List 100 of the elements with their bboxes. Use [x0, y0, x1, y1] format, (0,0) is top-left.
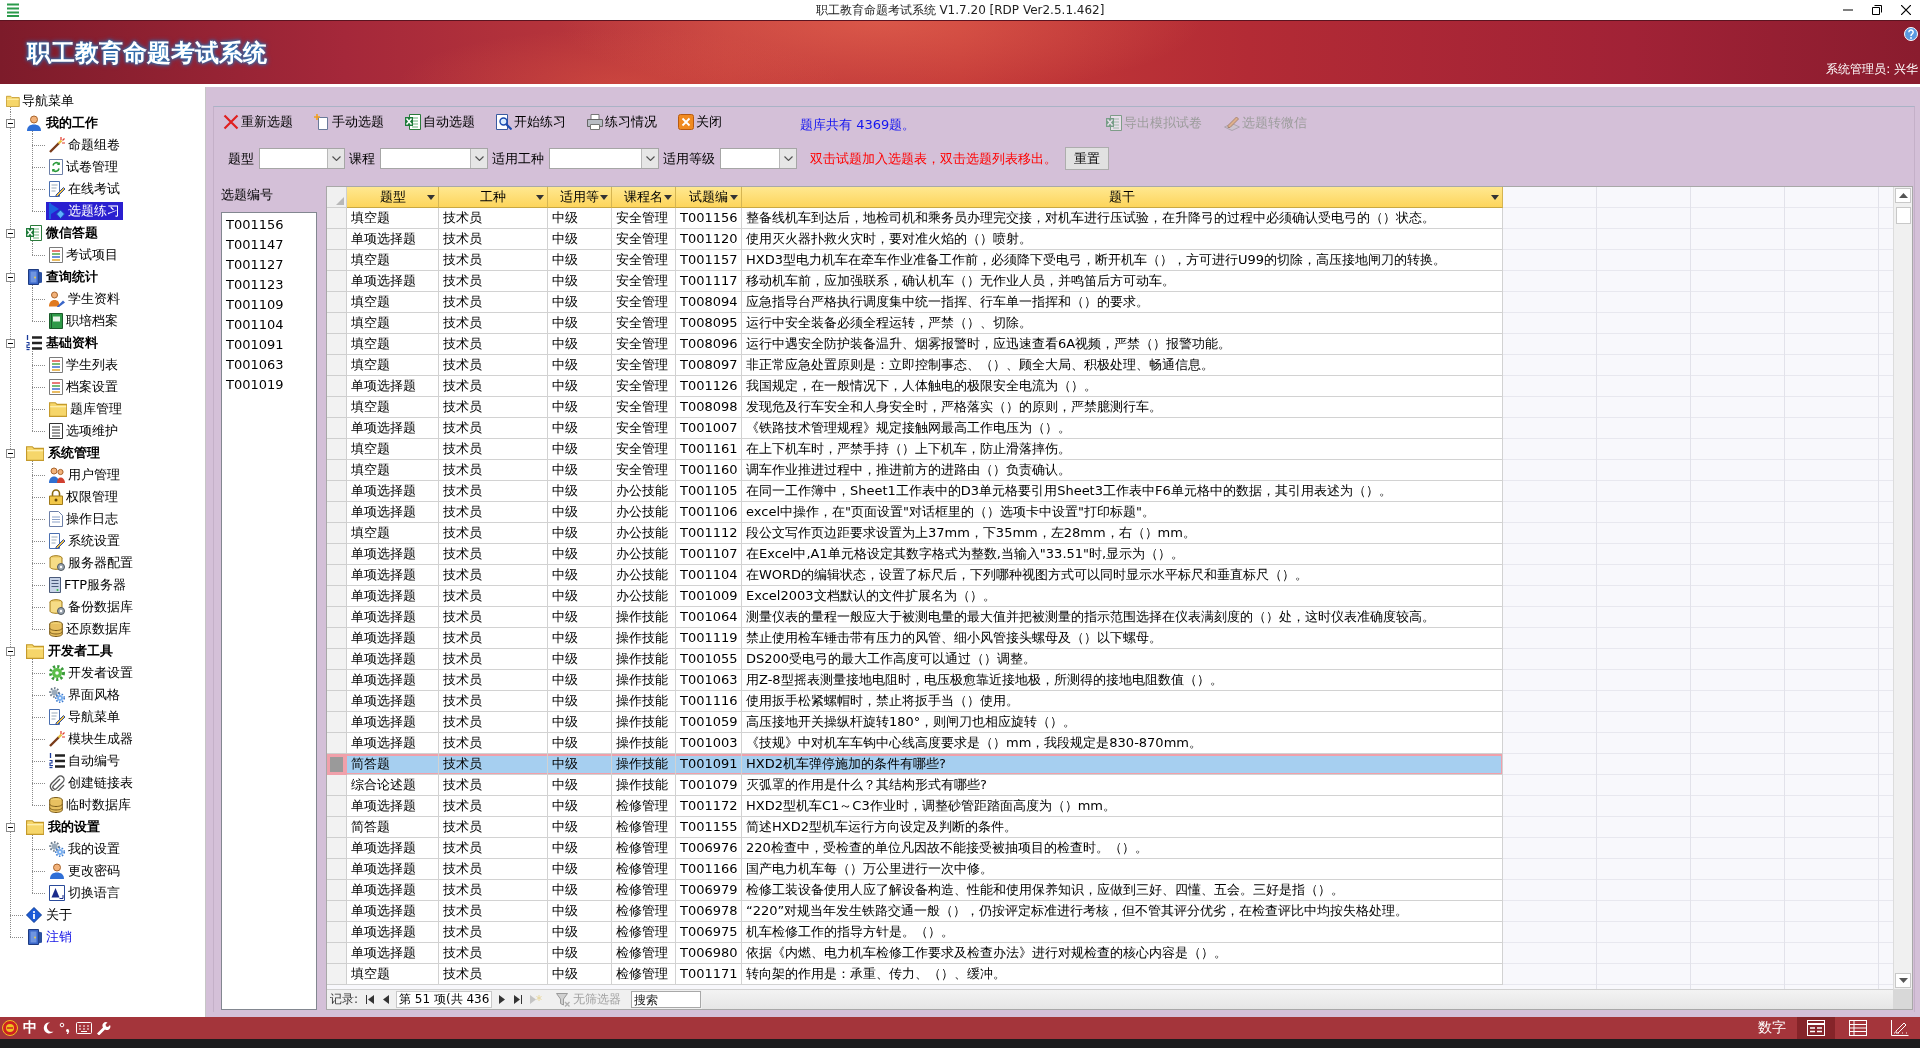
table-row[interactable]: 填空题 技术员 中级 安全管理 T008096 运行中遇安全防护装备温升、烟雾报警时，应迅速查看6A视频，严禁（）报警功能。 — [327, 334, 1503, 355]
tree-item[interactable]: 导航菜单 — [4, 92, 77, 110]
row-selector[interactable] — [327, 250, 347, 271]
list-item[interactable]: T001123 — [224, 275, 314, 295]
tree-item[interactable]: 题库管理 — [46, 400, 126, 418]
row-selector[interactable] — [327, 544, 347, 565]
collapse-icon[interactable] — [6, 646, 15, 656]
reset-button[interactable]: 重置 — [1065, 147, 1109, 170]
dropdown-field[interactable] — [259, 148, 345, 169]
row-selector[interactable] — [327, 481, 347, 502]
tree-item[interactable]: 考试项目 — [46, 246, 121, 264]
tree-item[interactable]: 在线考试 — [46, 180, 123, 198]
table-row[interactable]: 填空题 技术员 中级 安全管理 T001161 在上下机车时，严禁手持（）上下机车，防止滑落摔伤。 — [327, 439, 1503, 460]
keyboard-icon[interactable] — [76, 1022, 92, 1034]
tree-item[interactable]: 选项维护 — [46, 422, 121, 440]
tree-item[interactable]: 学生资料 — [46, 290, 123, 308]
table-row[interactable]: 单项选择题 技术员 中级 办公技能 T001104 在WORD的编辑状态，设置了标尺后，下列哪种视图方式可以同时显示水平标尺和垂直标尺（）。 — [327, 565, 1503, 586]
list-item[interactable]: T001156 — [224, 215, 314, 235]
tree-item[interactable]: FTP服务器 — [46, 576, 130, 594]
table-row[interactable]: 单项选择题 技术员 中级 检修管理 T006978 “220”对规当年发生铁路交通一般（），仍按评定标准进行考核，但不管其评分优劣，在检查评比中均按失格处理。 — [327, 901, 1503, 922]
tree-item[interactable]: 我的设置 — [24, 818, 104, 836]
table-row[interactable]: 单项选择题 技术员 中级 检修管理 T006979 检修工装设备使用人应了解设备构造、性能和使用保养知识，应做到三好、四懂、五会。三好是指（）。 — [327, 880, 1503, 901]
row-selector[interactable] — [327, 691, 347, 712]
collapse-icon[interactable] — [6, 822, 15, 832]
selection-list[interactable]: T001156 T001147 T001127 T001123 T001109 T001104 T001091 T001063 T001019 — [221, 212, 317, 1010]
list-item[interactable]: T001127 — [224, 255, 314, 275]
table-row[interactable]: 单项选择题 技术员 中级 安全管理 T001117 移动机车前，应加强联系，确认机车（）无作业人员，并鸣笛后方可动车。 — [327, 271, 1503, 292]
list-item[interactable]: T001091 — [224, 335, 314, 355]
tree-item[interactable]: 操作日志 — [46, 510, 121, 528]
punctuation-icon[interactable] — [59, 1022, 71, 1034]
tree-item[interactable]: 临时数据库 — [46, 796, 134, 814]
ime-mode-text[interactable]: 中 — [23, 1019, 37, 1037]
row-selector[interactable] — [327, 460, 347, 481]
table-row[interactable]: 简答题 技术员 中级 检修管理 T001155 简述HXD2型机车运行方向设定及判断的条件。 — [327, 817, 1503, 838]
list-item[interactable]: T001019 — [224, 375, 314, 395]
tree-item[interactable]: 开发者工具 — [24, 642, 117, 660]
tree-item[interactable]: 系统管理 — [24, 444, 104, 462]
tree-item[interactable]: 界面风格 — [46, 686, 123, 704]
row-selector[interactable] — [327, 397, 347, 418]
column-header[interactable]: 适用等 — [548, 187, 612, 208]
table-row[interactable]: 简答题 技术员 中级 操作技能 T001091 HXD2机车弹停施加的条件有哪些? — [327, 754, 1503, 775]
scroll-up-button[interactable] — [1895, 188, 1911, 203]
row-selector[interactable] — [327, 628, 347, 649]
row-selector[interactable] — [327, 376, 347, 397]
table-row[interactable]: 单项选择题 技术员 中级 检修管理 T006980 依据《内燃、电力机车检修工作要求及检查办法》进行对规检查的核心内容是（）。 — [327, 943, 1503, 964]
row-selector[interactable] — [327, 880, 347, 901]
tree-item[interactable]: 基础资料 — [24, 334, 101, 352]
tree-item[interactable]: 查询统计 — [24, 268, 101, 286]
row-selector[interactable] — [327, 712, 347, 733]
table-row[interactable]: 单项选择题 技术员 中级 办公技能 T001106 excel中操作，在"页面设置"对话框里的（）选项卡中设置"打印标题"。 — [327, 502, 1503, 523]
help-icon[interactable] — [1904, 27, 1918, 41]
column-header[interactable]: 题型 — [347, 187, 439, 208]
list-item[interactable]: T001104 — [224, 315, 314, 335]
tree-item[interactable]: 系统设置 — [46, 532, 123, 550]
column-header[interactable]: 工种 — [439, 187, 548, 208]
horizontal-scrollbar[interactable] — [702, 989, 1893, 1009]
row-selector[interactable] — [327, 733, 347, 754]
column-header[interactable]: 题干 — [742, 187, 1503, 208]
moon-icon[interactable] — [42, 1022, 54, 1034]
search-field[interactable]: 搜索 — [631, 991, 702, 1008]
tree-item[interactable]: 微信答题 — [24, 224, 101, 242]
table-row[interactable]: 单项选择题 技术员 中级 安全管理 T001007 《铁路技术管理规程》规定接触网最高工作电压为（）。 — [327, 418, 1503, 439]
wrench-icon[interactable] — [97, 1021, 111, 1035]
column-header[interactable]: 课程名 — [612, 187, 676, 208]
row-selector[interactable] — [327, 271, 347, 292]
row-selector[interactable] — [327, 754, 347, 775]
list-item[interactable]: T001063 — [224, 355, 314, 375]
dropdown-field[interactable] — [380, 148, 488, 169]
row-selector[interactable] — [327, 355, 347, 376]
table-row[interactable]: 填空题 技术员 中级 检修管理 T001171 转向架的作用是：承重、传力、（）、缓冲。 — [327, 964, 1503, 985]
table-row[interactable]: 单项选择题 技术员 中级 办公技能 T001009 Excel2003文档默认的文件扩展名为（）。 — [327, 586, 1503, 607]
row-selector[interactable] — [327, 586, 347, 607]
toolbar-button[interactable]: 练习情况 — [587, 112, 657, 131]
row-selector[interactable] — [327, 229, 347, 250]
collapse-icon[interactable] — [6, 228, 15, 238]
tree-item[interactable]: 权限管理 — [46, 488, 121, 506]
tree-item[interactable]: 自动编号 — [46, 752, 123, 770]
dropdown-field[interactable] — [720, 148, 797, 169]
vertical-scrollbar[interactable] — [1893, 187, 1912, 989]
scroll-down-button[interactable] — [1895, 973, 1911, 988]
table-row[interactable]: 单项选择题 技术员 中级 检修管理 T001166 国产电力机车每（）万公里进行一次中修。 — [327, 859, 1503, 880]
tree-item[interactable]: 还原数据库 — [46, 620, 134, 638]
row-selector[interactable] — [327, 334, 347, 355]
row-selector[interactable] — [327, 418, 347, 439]
table-row[interactable]: 填空题 技术员 中级 安全管理 T008095 运行中安全装备必须全程运转，严禁（）、切除。 — [327, 313, 1503, 334]
dropdown-field[interactable] — [549, 148, 659, 169]
row-selector[interactable] — [327, 565, 347, 586]
row-selector[interactable] — [327, 607, 347, 628]
row-selector[interactable] — [327, 901, 347, 922]
table-row[interactable]: 填空题 技术员 中级 安全管理 T008094 应急指导台严格执行调度集中统一指挥、行车单一指挥和（）的要求。 — [327, 292, 1503, 313]
table-row[interactable]: 单项选择题 技术员 中级 操作技能 T001055 DS200受电弓的最大工作高度可以通过（）调整。 — [327, 649, 1503, 670]
tree-item[interactable]: 开发者设置 — [46, 664, 136, 682]
tree-item[interactable]: 更改密码 — [46, 862, 123, 880]
table-row[interactable]: 单项选择题 技术员 中级 检修管理 T006975 机车检修工作的指导方针是。（）。 — [327, 922, 1503, 943]
row-selector[interactable] — [327, 670, 347, 691]
table-row[interactable]: 填空题 技术员 中级 办公技能 T001112 段公文写作页边距要求设置为上37mm，下35mm，左28mm，右（）mm。 — [327, 523, 1503, 544]
tree-item[interactable]: 我的设置 — [46, 840, 123, 858]
tree-item[interactable]: 导航菜单 — [46, 708, 123, 726]
tree-item[interactable]: 注销 — [24, 928, 75, 946]
table-row[interactable]: 单项选择题 技术员 中级 办公技能 T001105 在同一工作簿中，Sheet1工作表中的D3单元格要引用Sheet3工作表中F6单元格中的数据，其引用表述为（）。 — [327, 481, 1503, 502]
